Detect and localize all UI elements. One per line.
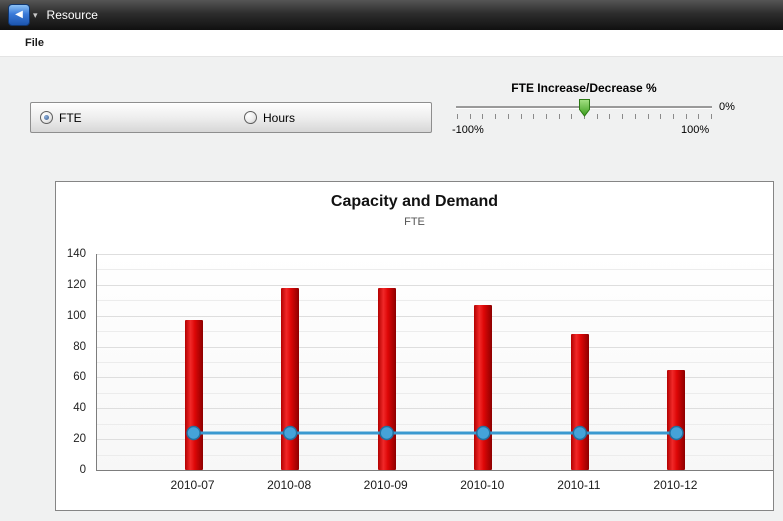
line-marker — [573, 426, 586, 439]
chart-title: Capacity and Demand — [56, 193, 773, 211]
x-tick-label: 2010-10 — [460, 478, 504, 492]
y-tick-label: 20 — [73, 433, 86, 445]
slider-tick — [571, 114, 572, 119]
slider-tick — [660, 114, 661, 119]
menu-file[interactable]: File — [25, 37, 44, 49]
y-tick-label: 0 — [80, 464, 86, 476]
unit-toggle-group: FTE Hours — [30, 102, 432, 133]
y-tick-label: 140 — [67, 248, 86, 260]
radio-hours-label: Hours — [263, 111, 295, 125]
slider-tick — [533, 114, 534, 119]
slider-value-label: 0% — [719, 101, 735, 113]
slider-tick — [686, 114, 687, 119]
chart-panel: Capacity and Demand FTE 0 20 40 60 80 100 120 1… — [55, 181, 774, 511]
line-layer — [97, 254, 773, 470]
back-button[interactable]: ◀ — [8, 4, 30, 26]
slider-tick — [622, 114, 623, 119]
window-title: Resource — [47, 8, 98, 22]
x-axis-labels: 2010-07 2010-08 2010-09 2010-10 2010-11 2010-… — [96, 474, 772, 496]
x-tick-label: 2010-11 — [557, 478, 600, 492]
x-tick-label: 2010-09 — [364, 478, 408, 492]
y-tick-label: 60 — [73, 371, 86, 383]
radio-option-fte[interactable]: FTE — [40, 103, 82, 132]
slider-tick — [597, 114, 598, 119]
y-tick-label: 120 — [67, 279, 86, 291]
back-arrow-icon: ◀ — [15, 10, 23, 20]
radio-unselected-icon — [244, 111, 257, 124]
slider-label: FTE Increase/Decrease % — [456, 81, 712, 95]
fte-adjust-slider[interactable] — [456, 98, 712, 119]
chart-subtitle: FTE — [56, 216, 773, 228]
x-tick-label: 2010-12 — [653, 478, 697, 492]
plot-area — [96, 254, 773, 471]
chevron-down-icon[interactable]: ▾ — [33, 10, 38, 21]
slider-thumb[interactable] — [578, 98, 591, 118]
slider-max-label: 100% — [681, 124, 709, 136]
title-bar: ◀ ▾ Resource — [0, 0, 783, 30]
radio-option-hours[interactable]: Hours — [244, 103, 295, 132]
slider-tick — [521, 114, 522, 119]
slider-tick — [482, 114, 483, 119]
slider-tick — [470, 114, 471, 119]
slider-tick — [559, 114, 560, 119]
slider-tick — [495, 114, 496, 119]
slider-tick — [635, 114, 636, 119]
radio-selected-icon — [40, 111, 53, 124]
slider-min-label: -100% — [452, 124, 484, 136]
line-marker — [380, 426, 393, 439]
slider-tick — [546, 114, 547, 119]
slider-tick — [711, 114, 712, 119]
x-tick-label: 2010-08 — [267, 478, 311, 492]
line-marker — [284, 426, 297, 439]
slider-tick — [648, 114, 649, 119]
y-tick-label: 100 — [67, 310, 86, 322]
slider-tick — [508, 114, 509, 119]
line-marker — [187, 426, 200, 439]
menu-bar: File — [0, 30, 783, 57]
line-marker — [477, 426, 490, 439]
slider-tick — [457, 114, 458, 119]
line-marker — [670, 426, 683, 439]
slider-tick — [673, 114, 674, 119]
y-tick-label: 40 — [73, 402, 86, 414]
y-axis-labels: 020406080100120140 — [56, 254, 92, 470]
slider-tick — [698, 114, 699, 119]
x-tick-label: 2010-07 — [171, 478, 215, 492]
slider-tick — [609, 114, 610, 119]
y-tick-label: 80 — [73, 341, 86, 353]
radio-fte-label: FTE — [59, 111, 82, 125]
